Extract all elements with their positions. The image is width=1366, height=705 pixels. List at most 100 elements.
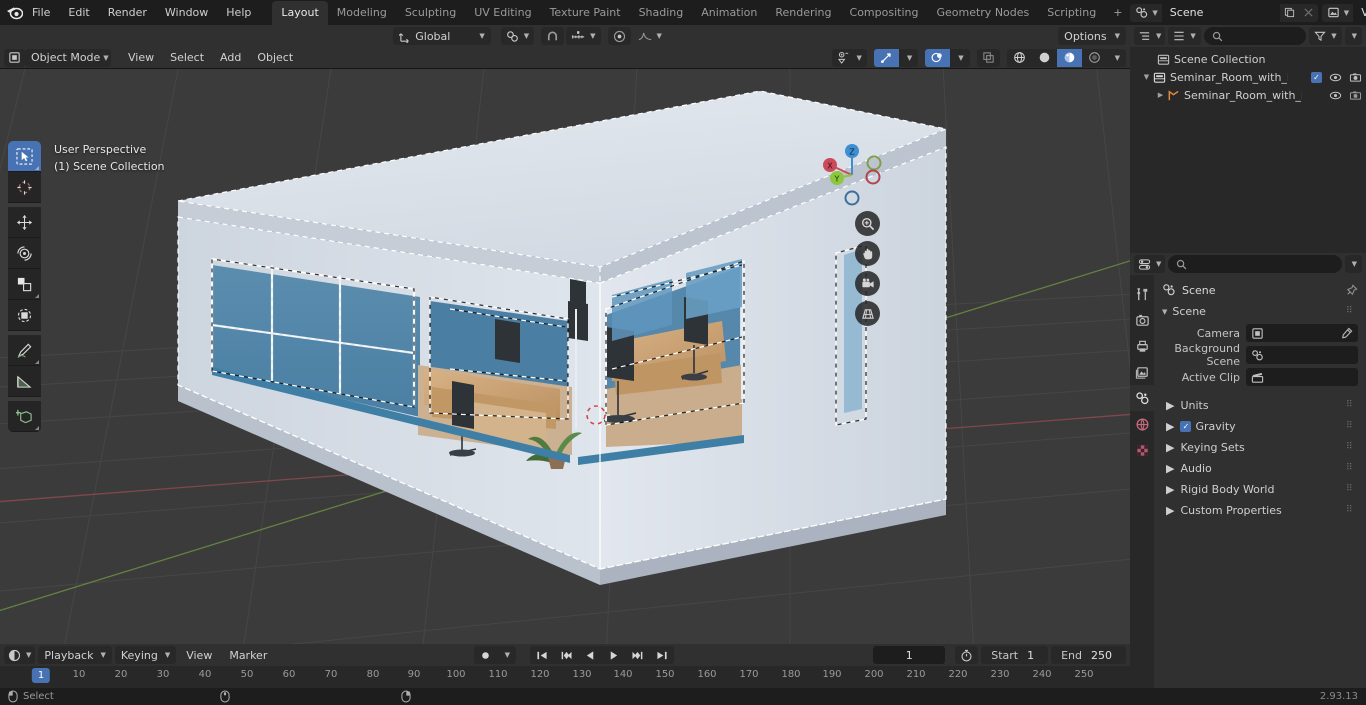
outliner-options-dropdown[interactable]: ▼ <box>1344 27 1362 45</box>
menu-render[interactable]: Render <box>99 3 156 22</box>
stopwatch-icon[interactable] <box>955 646 979 664</box>
move-icon[interactable] <box>8 207 41 238</box>
outliner-row-scene-collection[interactable]: Scene Collection <box>1130 50 1366 68</box>
viewport-menu-view[interactable]: View <box>121 49 161 66</box>
workspace-tab-sculpting[interactable]: Sculpting <box>396 1 465 25</box>
smooth-falloff-icon[interactable]: ▼ <box>633 27 667 45</box>
rendered-shading-icon[interactable] <box>1082 49 1107 67</box>
add-workspace-button[interactable]: + <box>1105 1 1130 25</box>
workspace-tab-shading[interactable]: Shading <box>630 1 693 25</box>
drag-handle[interactable]: ⠿ <box>1346 506 1358 515</box>
editor-type-icon[interactable] <box>4 48 25 67</box>
toggle-perspective-icon[interactable] <box>855 301 880 326</box>
overlays-dropdown[interactable]: ▼ <box>950 49 969 67</box>
proportional-editing-icon[interactable] <box>607 27 631 45</box>
menu-help[interactable]: Help <box>217 3 260 22</box>
eyedropper-icon[interactable] <box>1340 327 1353 340</box>
properties-tab-render[interactable] <box>1130 307 1154 333</box>
drag-handle[interactable]: ⠿ <box>1346 401 1358 410</box>
jump-to-end-icon[interactable] <box>650 646 674 664</box>
checkbox-exclude[interactable]: ✓ <box>1311 71 1322 83</box>
hand-pan-icon[interactable] <box>855 241 880 266</box>
blender-logo-icon[interactable] <box>6 3 23 23</box>
camera-icon[interactable] <box>1349 90 1362 101</box>
properties-tab-view-layer[interactable] <box>1130 359 1154 385</box>
workspace-tab-rendering[interactable]: Rendering <box>766 1 840 25</box>
background-scene-field[interactable] <box>1246 346 1358 364</box>
object-types-visibility-icon[interactable]: ▼ <box>832 48 867 67</box>
menu-edit[interactable]: Edit <box>59 3 98 22</box>
transform-icon[interactable] <box>8 300 41 331</box>
outliner-row-object[interactable]: ▶ Seminar_Room_with_Blu <box>1130 86 1366 104</box>
gravity-checkbox[interactable]: ✓ <box>1180 421 1192 432</box>
workspace-tab-geometry-nodes[interactable]: Geometry Nodes <box>927 1 1038 25</box>
outliner-search-input[interactable] <box>1203 27 1307 45</box>
menu-file[interactable]: File <box>23 3 59 22</box>
section-rigid-body-world[interactable]: ▶ Rigid Body World ⠿ <box>1154 479 1366 500</box>
playhead[interactable]: 1 <box>31 668 51 683</box>
display-mode-dropdown[interactable]: ▼ <box>1168 27 1201 45</box>
play-icon[interactable] <box>602 646 625 664</box>
play-reverse-icon[interactable] <box>579 646 602 664</box>
view-layer-selector[interactable]: ▼ View Layer <box>1321 3 1366 22</box>
annotate-icon[interactable] <box>8 335 41 366</box>
unlink-scene-button[interactable] <box>1298 3 1318 22</box>
workspace-tab-animation[interactable]: Animation <box>692 1 766 25</box>
section-units[interactable]: ▶ Units ⠿ <box>1154 395 1366 416</box>
wireframe-shading-icon[interactable] <box>1007 49 1032 67</box>
scene-panel-header[interactable]: ▼ Scene ⠿ <box>1154 301 1366 322</box>
new-scene-button[interactable] <box>1279 3 1299 22</box>
solid-shading-icon[interactable] <box>1032 49 1057 67</box>
measure-icon[interactable] <box>8 366 41 397</box>
navigation-gizmo[interactable]: Z X Y <box>816 139 888 211</box>
magnet-icon[interactable] <box>541 27 565 45</box>
scene-icon[interactable]: ▼ <box>1130 3 1162 22</box>
section-keying-sets[interactable]: ▶ Keying Sets ⠿ <box>1154 437 1366 458</box>
add-cube-icon[interactable] <box>8 401 41 432</box>
options-dropdown[interactable]: Options ▼ <box>1058 27 1126 45</box>
properties-options-dropdown[interactable]: ▼ <box>1344 255 1362 273</box>
workspace-tab-texture-paint[interactable]: Texture Paint <box>541 1 630 25</box>
properties-tab-tool[interactable] <box>1130 281 1154 307</box>
camera-icon[interactable] <box>1349 72 1362 83</box>
auto-keying-dropdown[interactable]: ▼ <box>497 646 516 664</box>
properties-search-input[interactable] <box>1168 255 1342 273</box>
drag-handle[interactable]: ⠿ <box>1346 443 1358 452</box>
drag-handle[interactable]: ⠿ <box>1346 464 1358 473</box>
frame-start-field[interactable]: Start 1 <box>981 646 1049 664</box>
shading-dropdown-icon[interactable]: ▼ <box>1107 49 1126 67</box>
timeline-ruler[interactable]: 1 10 20 30 40 50 60 70 80 90 100 110 120… <box>0 666 1130 688</box>
eye-icon[interactable] <box>1329 90 1342 101</box>
camera-field[interactable] <box>1246 324 1358 342</box>
frame-end-field[interactable]: End 250 <box>1051 646 1126 664</box>
tweak-select-box-icon[interactable] <box>8 141 41 172</box>
timeline-menu-view[interactable]: View <box>179 647 219 664</box>
jump-to-start-icon[interactable] <box>530 646 554 664</box>
drag-handle[interactable]: ⠿ <box>1346 485 1358 494</box>
workspace-tab-modeling[interactable]: Modeling <box>328 1 396 25</box>
xray-toggle-icon[interactable] <box>976 48 1000 67</box>
playback-dropdown[interactable]: Playback ▼ <box>38 646 112 664</box>
pin-icon[interactable] <box>1345 283 1358 297</box>
viewport-menu-add[interactable]: Add <box>213 49 248 66</box>
jump-to-prev-keyframe-icon[interactable] <box>554 646 579 664</box>
workspace-tab-scripting[interactable]: Scripting <box>1038 1 1105 25</box>
workspace-tab-layout[interactable]: Layout <box>272 1 328 25</box>
menu-window[interactable]: Window <box>156 3 217 22</box>
properties-tab-scene[interactable] <box>1130 385 1154 411</box>
mode-dropdown[interactable]: Object Mode ▼ <box>25 48 111 67</box>
gizmo-icon[interactable] <box>873 48 899 67</box>
outliner-icon[interactable]: ▼ <box>1134 27 1166 45</box>
properties-icon[interactable]: ▼ <box>1134 255 1166 273</box>
workspace-tab-compositing[interactable]: Compositing <box>841 1 928 25</box>
scale-icon[interactable] <box>8 269 41 300</box>
properties-tab-world[interactable] <box>1130 411 1154 437</box>
timeline-icon[interactable]: ▼ <box>4 646 36 664</box>
drag-handle[interactable]: ⠿ <box>1346 307 1358 316</box>
pivot-point-dropdown[interactable]: ▼ <box>500 27 535 45</box>
properties-tab-output[interactable] <box>1130 333 1154 359</box>
rotate-icon[interactable] <box>8 238 41 269</box>
filter-icon[interactable]: ▼ <box>1309 27 1342 45</box>
section-gravity[interactable]: ▶ ✓ Gravity ⠿ <box>1154 416 1366 437</box>
timeline-menu-marker[interactable]: Marker <box>222 647 274 664</box>
